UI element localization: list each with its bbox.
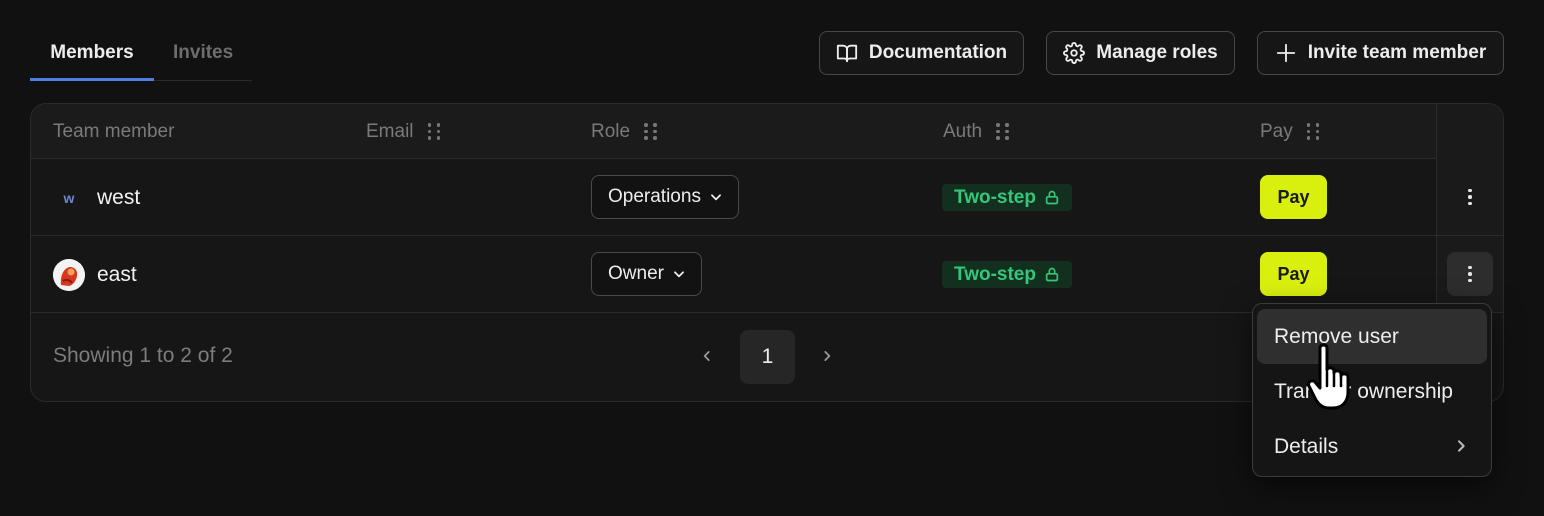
documentation-label: Documentation xyxy=(868,42,1008,63)
avatar xyxy=(53,258,85,291)
auth-badge: Two-step xyxy=(942,261,1072,288)
drag-handle-icon[interactable] xyxy=(427,123,441,140)
kebab-icon xyxy=(1468,265,1472,283)
member-name: east xyxy=(97,262,137,286)
menu-item-label: Details xyxy=(1274,434,1339,458)
lock-icon xyxy=(1045,190,1059,205)
drag-handle-icon[interactable] xyxy=(996,123,1009,140)
member-cell: w west xyxy=(53,159,141,236)
column-label: Role xyxy=(591,120,631,142)
invite-team-member-button[interactable]: Invite team member xyxy=(1257,31,1504,75)
chevron-down-icon xyxy=(674,271,684,278)
invite-label: Invite team member xyxy=(1307,42,1487,63)
row-actions-menu: Remove user Transfer ownership Details xyxy=(1252,303,1492,477)
next-page-button[interactable] xyxy=(814,343,840,369)
menu-item-remove-user[interactable]: Remove user xyxy=(1257,309,1487,364)
column-label: Team member xyxy=(53,120,175,142)
gear-icon xyxy=(1063,42,1086,64)
row-actions-button[interactable] xyxy=(1447,252,1493,296)
lock-icon xyxy=(1045,267,1059,282)
role-select[interactable]: Operations xyxy=(591,175,739,219)
member-cell: east xyxy=(53,236,137,313)
member-name: west xyxy=(97,185,141,209)
documentation-button[interactable]: Documentation xyxy=(819,31,1024,75)
avatar-image-icon xyxy=(53,258,85,291)
drag-handle-icon[interactable] xyxy=(1306,123,1320,140)
book-icon xyxy=(836,44,857,63)
table-row: east Owner Two-step Pay xyxy=(31,236,1503,313)
auth-label: Two-step xyxy=(954,186,1036,208)
column-label: Pay xyxy=(1260,120,1293,142)
menu-item-details[interactable]: Details xyxy=(1257,419,1487,474)
row-actions-button[interactable] xyxy=(1447,175,1493,219)
manage-roles-label: Manage roles xyxy=(1096,42,1218,63)
column-header-email: Email xyxy=(366,104,441,159)
kebab-icon xyxy=(1468,188,1472,206)
tab-members[interactable]: Members xyxy=(30,30,154,81)
chevron-left-icon xyxy=(703,351,710,361)
menu-item-transfer-ownership[interactable]: Transfer ownership xyxy=(1257,364,1487,419)
column-header-pay: Pay xyxy=(1260,104,1320,159)
chevron-right-icon xyxy=(1458,440,1465,452)
chevron-down-icon xyxy=(710,194,721,201)
table-header: Team member Email Role Auth Pay xyxy=(31,104,1503,159)
member-tabs: Members Invites xyxy=(30,30,252,81)
pay-button[interactable]: Pay xyxy=(1260,252,1327,296)
column-header-auth: Auth xyxy=(943,104,1009,159)
manage-roles-button[interactable]: Manage roles xyxy=(1046,31,1235,75)
pagination-summary: Showing 1 to 2 of 2 xyxy=(53,344,233,367)
avatar: w xyxy=(63,189,75,206)
drag-handle-icon[interactable] xyxy=(644,123,657,140)
previous-page-button[interactable] xyxy=(694,343,720,369)
role-value: Operations xyxy=(608,186,701,207)
role-select[interactable]: Owner xyxy=(591,252,702,296)
column-label: Auth xyxy=(943,120,983,142)
auth-label: Two-step xyxy=(954,263,1036,285)
pay-button[interactable]: Pay xyxy=(1260,175,1327,219)
role-value: Owner xyxy=(608,263,664,284)
column-header-role: Role xyxy=(591,104,657,159)
plus-icon xyxy=(1276,43,1295,63)
column-label: Email xyxy=(366,120,414,142)
page-number-button[interactable]: 1 xyxy=(740,330,795,384)
table-row: w west Operations Two-step Pay xyxy=(31,159,1503,236)
auth-badge: Two-step xyxy=(942,184,1072,211)
tab-invites[interactable]: Invites xyxy=(173,30,233,80)
chevron-right-icon xyxy=(824,351,831,361)
column-header-team-member: Team member xyxy=(53,104,174,159)
